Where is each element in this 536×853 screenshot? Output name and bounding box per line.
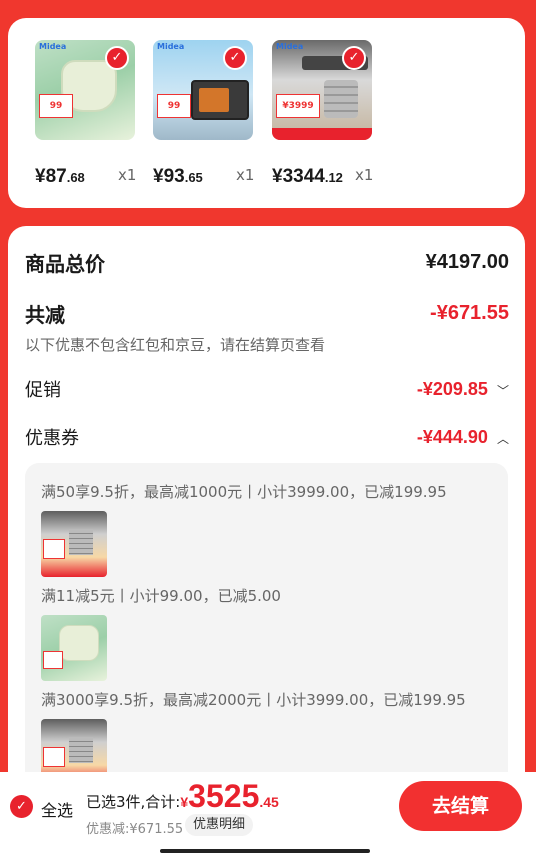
- check-icon[interactable]: ✓: [105, 46, 129, 70]
- checkout-bar: ✓ 全选 已选3件,合计: ¥3525.45 优惠减:¥671.55 优惠明细 …: [0, 772, 536, 853]
- total-reduce-row: 共减 -¥671.55: [25, 299, 509, 328]
- order-total: 已选3件,合计: ¥3525.45: [86, 778, 279, 815]
- coupon-product-thumbnail[interactable]: [41, 615, 107, 681]
- product-quantity: x1: [355, 166, 374, 184]
- coupon-item-text: 满50享9.5折，最高减1000元丨小计3999.00，已减199.95: [41, 483, 447, 501]
- promo-price-tag: ¥3999: [276, 94, 320, 118]
- checkout-button[interactable]: 去结算: [399, 781, 522, 831]
- price-integer: ¥3344: [272, 166, 325, 187]
- promo-price-tag: 99: [39, 94, 73, 118]
- discount-detail-button[interactable]: 优惠明细: [185, 814, 254, 836]
- product-item[interactable]: Midea 99 ✓: [153, 40, 253, 140]
- chevron-down-icon[interactable]: ﹀: [497, 382, 509, 399]
- total-price-label: 商品总价: [25, 252, 105, 276]
- product-quantity: x1: [118, 166, 137, 184]
- price-decimal: .68: [66, 170, 85, 185]
- promo-price-tag: 99: [157, 94, 191, 118]
- promotion-row[interactable]: 促销 -¥209.85 ﹀: [25, 376, 509, 402]
- steamer-graphic: [324, 80, 358, 118]
- total-decimal: .45: [259, 794, 279, 810]
- price-detail-card: 商品总价 ¥4197.00 共减 -¥671.55 以下优惠不包含红包和京豆，请…: [8, 226, 525, 853]
- home-indicator: [160, 849, 370, 853]
- check-icon[interactable]: ✓: [10, 795, 33, 818]
- price-integer: ¥93: [153, 166, 185, 187]
- coupon-item-text: 满3000享9.5折，最高减2000元丨小计3999.00，已减199.95: [41, 691, 466, 709]
- price-integer: ¥87: [35, 166, 67, 187]
- currency-symbol: ¥: [180, 794, 189, 810]
- total-reduce-label: 共减: [25, 303, 65, 327]
- oven-graphic: [191, 80, 249, 120]
- check-icon[interactable]: ✓: [223, 46, 247, 70]
- total-price-row: 商品总价 ¥4197.00: [25, 248, 509, 277]
- product-image[interactable]: Midea ¥3999 ✓: [272, 40, 372, 140]
- product-quantity: x1: [236, 166, 255, 184]
- selected-products-card: Midea 99 ✓ Midea 99 ✓ Midea ¥3999 ✓ ¥87.…: [8, 18, 525, 208]
- coupon-row[interactable]: 优惠券 -¥444.90 ︿: [25, 424, 509, 450]
- total-reduce-value: -¥671.55: [430, 302, 509, 324]
- promotion-value: -¥209.85: [416, 378, 488, 399]
- brand-logo: Midea: [276, 42, 304, 51]
- product-image[interactable]: Midea 99 ✓: [153, 40, 253, 140]
- promotion-label: 促销: [25, 380, 61, 401]
- promo-band: [272, 128, 372, 140]
- price-decimal: .12: [324, 170, 343, 185]
- discount-amount: 优惠减:¥671.55: [86, 822, 184, 837]
- price-decimal: .65: [184, 170, 203, 185]
- coupon-item-text: 满11减5元丨小计99.00，已减5.00: [41, 587, 281, 605]
- product-item[interactable]: Midea 99 ✓: [35, 40, 135, 140]
- total-amount: ¥3525.45: [180, 778, 278, 815]
- brand-logo: Midea: [157, 42, 185, 51]
- product-item[interactable]: Midea ¥3999 ✓: [272, 40, 372, 140]
- product-image[interactable]: Midea 99 ✓: [35, 40, 135, 140]
- chevron-up-icon[interactable]: ︿: [497, 430, 509, 447]
- coupon-label: 优惠券: [25, 428, 79, 449]
- selected-count-text: 已选3件,合计:: [86, 793, 181, 811]
- coupon-value: -¥444.90: [416, 426, 488, 447]
- check-icon[interactable]: ✓: [342, 46, 366, 70]
- select-all-label[interactable]: 全选: [41, 797, 73, 821]
- total-price-value: ¥4197.00: [425, 251, 509, 273]
- total-integer: 3525: [188, 778, 260, 814]
- coupon-product-thumbnail[interactable]: [41, 511, 107, 577]
- discount-note: 以下优惠不包含红包和京豆，请在结算页查看: [25, 336, 326, 354]
- brand-logo: Midea: [39, 42, 67, 51]
